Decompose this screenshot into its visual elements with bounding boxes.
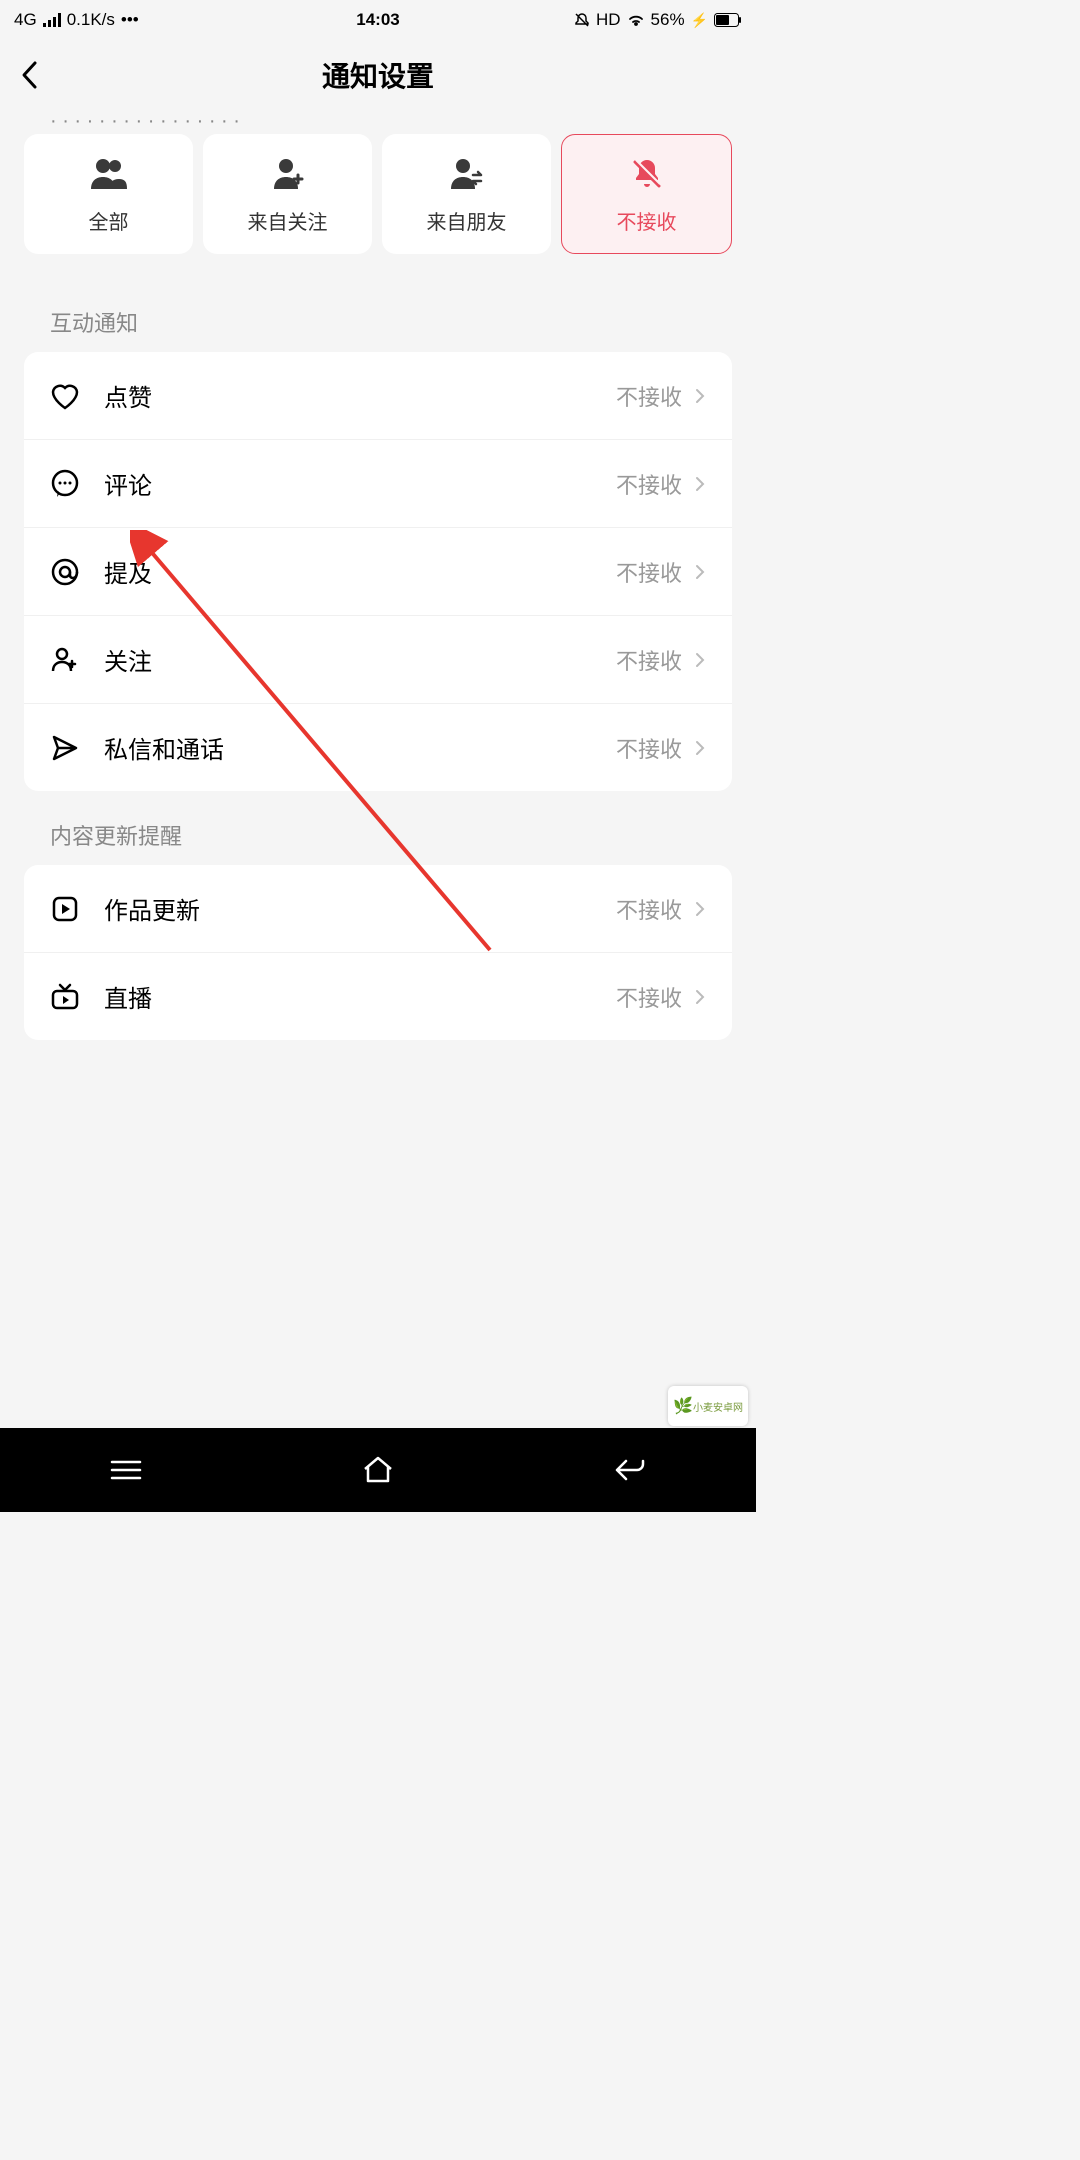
filter-label: 不接收	[617, 206, 677, 235]
watermark: 🌿 小麦安卓网	[668, 1386, 748, 1426]
play-box-icon	[48, 892, 82, 926]
item-value: 不接收	[616, 468, 682, 500]
item-label: 私信和通话	[104, 730, 616, 765]
tv-icon	[48, 980, 82, 1014]
status-right: HD 56% ⚡	[574, 10, 742, 30]
item-works[interactable]: 作品更新 不接收	[24, 865, 732, 953]
comment-icon	[48, 467, 82, 501]
item-mention[interactable]: 提及 不接收	[24, 528, 732, 616]
item-live[interactable]: 直播 不接收	[24, 953, 732, 1040]
nav-bar	[0, 1428, 756, 1512]
filter-all[interactable]: 全部	[24, 134, 193, 254]
wifi-icon	[627, 13, 645, 27]
item-value: 不接收	[616, 732, 682, 764]
filter-label: 来自朋友	[427, 206, 507, 235]
item-value: 不接收	[616, 981, 682, 1013]
chevron-right-icon	[692, 652, 708, 668]
chevron-right-icon	[692, 901, 708, 917]
item-value: 不接收	[616, 556, 682, 588]
bell-mute-icon	[574, 12, 590, 28]
battery-icon	[714, 13, 742, 27]
charging-icon: ⚡	[691, 12, 708, 29]
item-dm[interactable]: 私信和通话 不接收	[24, 704, 732, 791]
person-plus-icon	[268, 154, 308, 194]
filter-following[interactable]: 来自关注	[203, 134, 372, 254]
send-icon	[48, 731, 82, 765]
status-bar: 4G 0.1K/s ••• 14:03 HD 56% ⚡	[0, 0, 756, 40]
time-label: 14:03	[356, 10, 399, 30]
filter-label: 全部	[89, 206, 129, 235]
filter-friends[interactable]: 来自朋友	[382, 134, 551, 254]
filter-none[interactable]: 不接收	[561, 134, 732, 254]
battery-pct: 56%	[651, 10, 685, 30]
nav-back[interactable]	[600, 1450, 660, 1490]
filter-row: 全部 来自关注 来自朋友 不接收	[0, 124, 756, 278]
section-title-interaction: 互动通知	[0, 278, 756, 352]
speed-label: 0.1K/s	[67, 10, 115, 30]
item-label: 关注	[104, 642, 616, 677]
chevron-right-icon	[692, 740, 708, 756]
section-title-content: 内容更新提醒	[0, 791, 756, 865]
header: 通知设置	[0, 40, 756, 110]
back-button[interactable]	[20, 55, 60, 95]
at-icon	[48, 555, 82, 589]
item-label: 直播	[104, 979, 616, 1014]
chevron-right-icon	[692, 564, 708, 580]
item-value: 不接收	[616, 893, 682, 925]
people-icon	[89, 154, 129, 194]
item-label: 评论	[104, 466, 616, 501]
nav-menu[interactable]	[96, 1450, 156, 1490]
page-title: 通知设置	[322, 55, 434, 95]
item-label: 作品更新	[104, 891, 616, 926]
status-left: 4G 0.1K/s •••	[14, 10, 139, 30]
person-swap-icon	[447, 154, 487, 194]
chevron-right-icon	[692, 989, 708, 1005]
item-comment[interactable]: 评论 不接收	[24, 440, 732, 528]
signal-icon	[43, 13, 61, 27]
item-label: 提及	[104, 554, 616, 589]
chevron-right-icon	[692, 388, 708, 404]
network-label: 4G	[14, 10, 37, 30]
more-dots: •••	[121, 10, 139, 30]
item-value: 不接收	[616, 644, 682, 676]
follow-icon	[48, 643, 82, 677]
item-follow[interactable]: 关注 不接收	[24, 616, 732, 704]
filter-label: 来自关注	[248, 206, 328, 235]
list-group-content: 作品更新 不接收 直播 不接收	[24, 865, 732, 1040]
cropped-text: · · · · · · · · · · · · · · · ·	[0, 110, 756, 124]
chevron-right-icon	[692, 476, 708, 492]
item-label: 点赞	[104, 378, 616, 413]
item-value: 不接收	[616, 380, 682, 412]
hd-label: HD	[596, 10, 621, 30]
watermark-label: 小麦安卓网	[693, 1399, 743, 1414]
bell-off-icon	[627, 154, 667, 194]
list-group-interaction: 点赞 不接收 评论 不接收 提及 不接收 关注 不接收 私信和通话 不接收	[24, 352, 732, 791]
nav-home[interactable]	[348, 1450, 408, 1490]
heart-icon	[48, 379, 82, 413]
item-like[interactable]: 点赞 不接收	[24, 352, 732, 440]
